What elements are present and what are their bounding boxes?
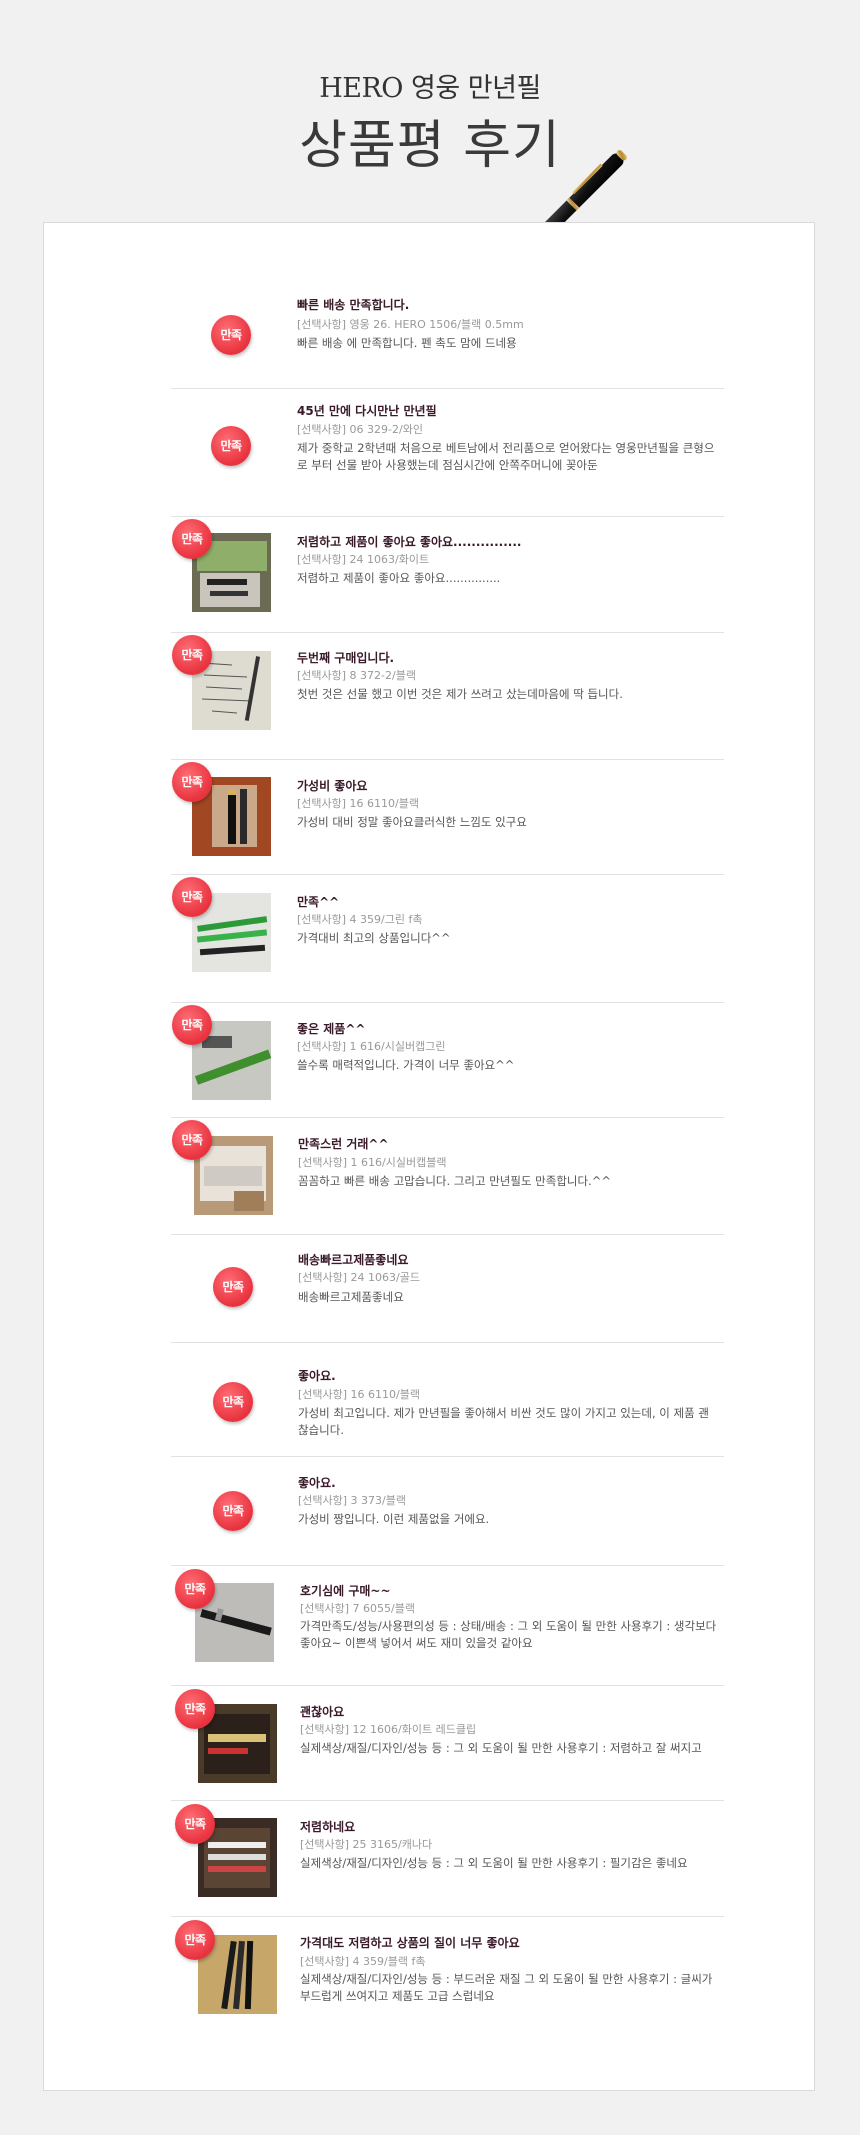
review-title[interactable]: 두번째 구매입니다. (297, 649, 394, 666)
satisfied-badge: 만족 (175, 1689, 215, 1729)
review-option: [선택사항] 16 6110/블랙 (298, 1388, 420, 1401)
review-title[interactable]: 좋아요. (298, 1367, 336, 1384)
review-title[interactable]: 45년 만에 다시만난 만년필 (297, 402, 437, 419)
review-option: [선택사항] 1 616/시실버캡그린 (297, 1040, 446, 1053)
satisfied-badge: 만족 (211, 426, 251, 466)
review-text: 실제색상/재질/디자인/성능 등 : 그 외 도움이 될 만한 사용후기 : 필… (300, 1856, 688, 1870)
review-text: 쓸수록 매력적입니다. 가격이 너무 좋아요^^ (297, 1058, 515, 1072)
review-text: 실제색상/재질/디자인/성능 등 : 그 외 도움이 될 만한 사용후기 : 저… (300, 1741, 702, 1755)
review-text: 가성비 짱입니다. 이런 제품없을 거에요. (298, 1512, 490, 1526)
review-text: 빠른 배송 에 만족합니다. 펜 촉도 맘에 드네용 (297, 336, 517, 350)
review-option: [선택사항] 06 329-2/와인 (297, 423, 423, 436)
review-title[interactable]: 빠른 배송 만족합니다. (297, 296, 409, 313)
review-option: [선택사항] 16 6110/블랙 (297, 797, 419, 810)
review-divider (171, 278, 724, 389)
satisfied-badge: 만족 (213, 1267, 253, 1307)
review-option: [선택사항] 4 359/블랙 f촉 (300, 1955, 426, 1968)
review-option: [선택사항] 12 1606/화이트 레드클립 (300, 1723, 477, 1736)
review-title[interactable]: 저렴하네요 (300, 1818, 355, 1835)
review-option: [선택사항] 24 1063/화이트 (297, 553, 430, 566)
review-option: [선택사항] 3 373/블랙 (298, 1494, 406, 1507)
review-text: 가격만족도/성능/사용편의성 등 : 상태/배송 : 그 외 도움이 될 만한 … (300, 1619, 717, 1650)
review-option: [선택사항] 24 1063/골드 (298, 1271, 420, 1284)
review-text: 첫번 것은 선물 했고 이번 것은 제가 쓰려고 샀는데마음에 딱 듭니다. (297, 687, 623, 701)
satisfied-badge: 만족 (213, 1491, 253, 1531)
page-title: 상품평 후기 (299, 116, 561, 176)
review-title[interactable]: 가격대도 저렴하고 상품의 질이 너무 좋아요 (300, 1934, 520, 1951)
review-title[interactable]: 만족^^ (297, 893, 339, 910)
satisfied-badge: 만족 (172, 877, 212, 917)
review-title[interactable]: 좋아요. (298, 1474, 336, 1491)
review-option: [선택사항] 영웅 26. HERO 1506/블랙 0.5mm (297, 318, 524, 331)
satisfied-badge: 만족 (175, 1920, 215, 1960)
satisfied-badge: 만족 (172, 1005, 212, 1045)
review-text: 가격대비 최고의 상품입니다^^ (297, 931, 451, 945)
review-text: 실제색상/재질/디자인/성능 등 : 부드러운 재질 그 외 도움이 될 만한 … (300, 1972, 713, 2003)
review-option: [선택사항] 25 3165/캐나다 (300, 1838, 433, 1851)
review-title[interactable]: 가성비 좋아요 (297, 777, 367, 794)
review-title[interactable]: 저렴하고 제품이 좋아요 좋아요............... (297, 533, 521, 550)
satisfied-badge: 만족 (172, 762, 212, 802)
review-title[interactable]: 괜찮아요 (300, 1703, 344, 1720)
review-title[interactable]: 호기심에 구매~~ (300, 1582, 391, 1599)
review-title[interactable]: 배송빠르고제품좋네요 (298, 1251, 408, 1268)
review-title[interactable]: 만족스런 거래^^ (298, 1135, 389, 1152)
satisfied-badge: 만족 (175, 1804, 215, 1844)
review-divider (171, 1343, 724, 1457)
review-option: [선택사항] 8 372-2/블랙 (297, 669, 416, 682)
review-title[interactable]: 좋은 제품^^ (297, 1020, 365, 1037)
page-header: HERO 영웅 만년필 상품평 후기 (0, 0, 860, 225)
satisfied-badge: 만족 (172, 519, 212, 559)
review-text: 배송빠르고제품좋네요 (298, 1290, 404, 1304)
review-option: [선택사항] 1 616/시실버캡블랙 (298, 1156, 447, 1169)
satisfied-badge: 만족 (175, 1569, 215, 1609)
satisfied-badge: 만족 (211, 315, 251, 355)
satisfied-badge: 만족 (172, 635, 212, 675)
review-option: [선택사항] 7 6055/블랙 (300, 1602, 415, 1615)
review-text: 가성비 대비 정말 좋아요클러식한 느낌도 있구요 (297, 815, 527, 829)
satisfied-badge: 만족 (213, 1382, 253, 1422)
review-text: 제가 중학교 2학년때 처음으로 베트남에서 전리품으로 얻어왔다는 영웅만년필… (297, 441, 715, 472)
satisfied-badge: 만족 (172, 1120, 212, 1160)
review-text: 저렴하고 제품이 좋아요 좋아요............... (297, 571, 501, 585)
page-subtitle: HERO 영웅 만년필 (319, 73, 541, 104)
review-option: [선택사항] 4 359/그린 f촉 (297, 913, 423, 926)
review-text: 가성비 최고입니다. 제가 만년필을 좋아해서 비싼 것도 많이 가지고 있는데… (298, 1406, 709, 1437)
review-text: 꼼꼼하고 빠른 배송 고맙습니다. 그리고 만년필도 만족합니다.^^ (298, 1174, 612, 1188)
